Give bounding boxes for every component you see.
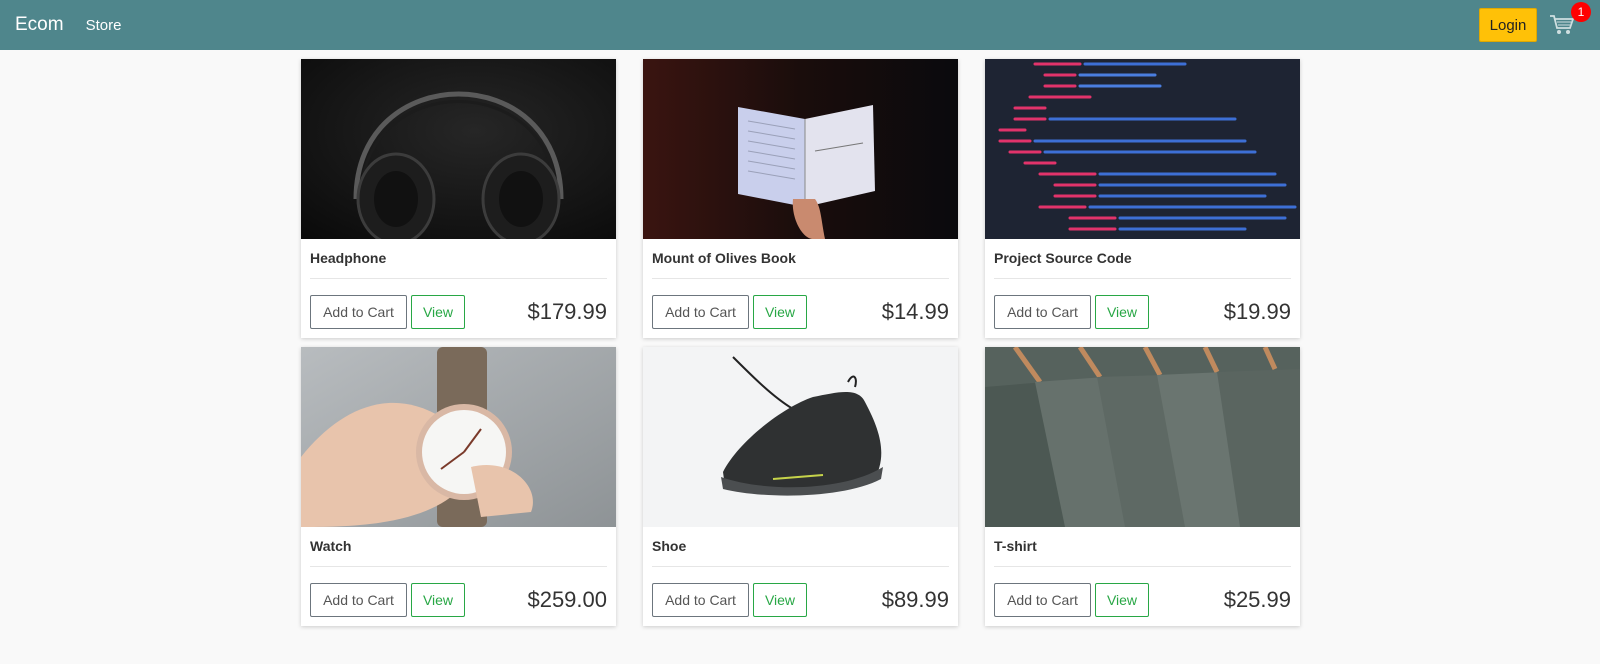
view-button[interactable]: View xyxy=(411,583,465,617)
view-button[interactable]: View xyxy=(411,295,465,329)
product-title: Mount of Olives Book xyxy=(652,239,949,279)
product-title: Headphone xyxy=(310,239,607,279)
nav-link-store[interactable]: Store xyxy=(86,17,122,34)
product-card: Watch Add to Cart View $259.00 xyxy=(301,347,616,626)
nav-right: Login 1 xyxy=(1479,2,1591,42)
product-title: Watch xyxy=(310,527,607,567)
view-button[interactable]: View xyxy=(753,295,807,329)
product-title: Shoe xyxy=(652,527,949,567)
view-button[interactable]: View xyxy=(1095,295,1149,329)
product-price: $259.00 xyxy=(527,587,607,612)
view-button[interactable]: View xyxy=(1095,583,1149,617)
watch-image xyxy=(301,347,616,527)
product-card: Mount of Olives Book Add to Cart View $1… xyxy=(643,59,958,338)
add-to-cart-button[interactable]: Add to Cart xyxy=(994,295,1091,329)
view-button[interactable]: View xyxy=(753,583,807,617)
source-code-image xyxy=(985,59,1300,239)
cart-button[interactable]: 1 xyxy=(1549,2,1591,42)
product-price: $89.99 xyxy=(881,587,949,612)
product-card: Headphone Add to Cart View $179.99 xyxy=(301,59,616,338)
product-price: $179.99 xyxy=(527,299,607,324)
add-to-cart-button[interactable]: Add to Cart xyxy=(652,295,749,329)
product-card: Project Source Code Add to Cart View $19… xyxy=(985,59,1300,338)
tshirt-image xyxy=(985,347,1300,527)
navbar: Ecom Store Login 1 xyxy=(0,0,1600,50)
product-price: $14.99 xyxy=(881,299,949,324)
brand-logo[interactable]: Ecom xyxy=(15,14,64,36)
shoe-image xyxy=(643,347,958,527)
add-to-cart-button[interactable]: Add to Cart xyxy=(652,583,749,617)
book-image xyxy=(643,59,958,239)
cart-icon xyxy=(1550,15,1575,34)
product-card: T-shirt Add to Cart View $25.99 xyxy=(985,347,1300,626)
headphone-image xyxy=(301,59,616,239)
product-grid: Headphone Add to Cart View $179.99 Mount… xyxy=(301,59,1300,626)
add-to-cart-button[interactable]: Add to Cart xyxy=(310,583,407,617)
product-card: Shoe Add to Cart View $89.99 xyxy=(643,347,958,626)
cart-count-badge: 1 xyxy=(1571,2,1591,22)
login-button[interactable]: Login xyxy=(1479,8,1537,42)
product-title: Project Source Code xyxy=(994,239,1291,279)
product-title: T-shirt xyxy=(994,527,1291,567)
product-price: $25.99 xyxy=(1223,587,1291,612)
add-to-cart-button[interactable]: Add to Cart xyxy=(994,583,1091,617)
product-price: $19.99 xyxy=(1223,299,1291,324)
add-to-cart-button[interactable]: Add to Cart xyxy=(310,295,407,329)
